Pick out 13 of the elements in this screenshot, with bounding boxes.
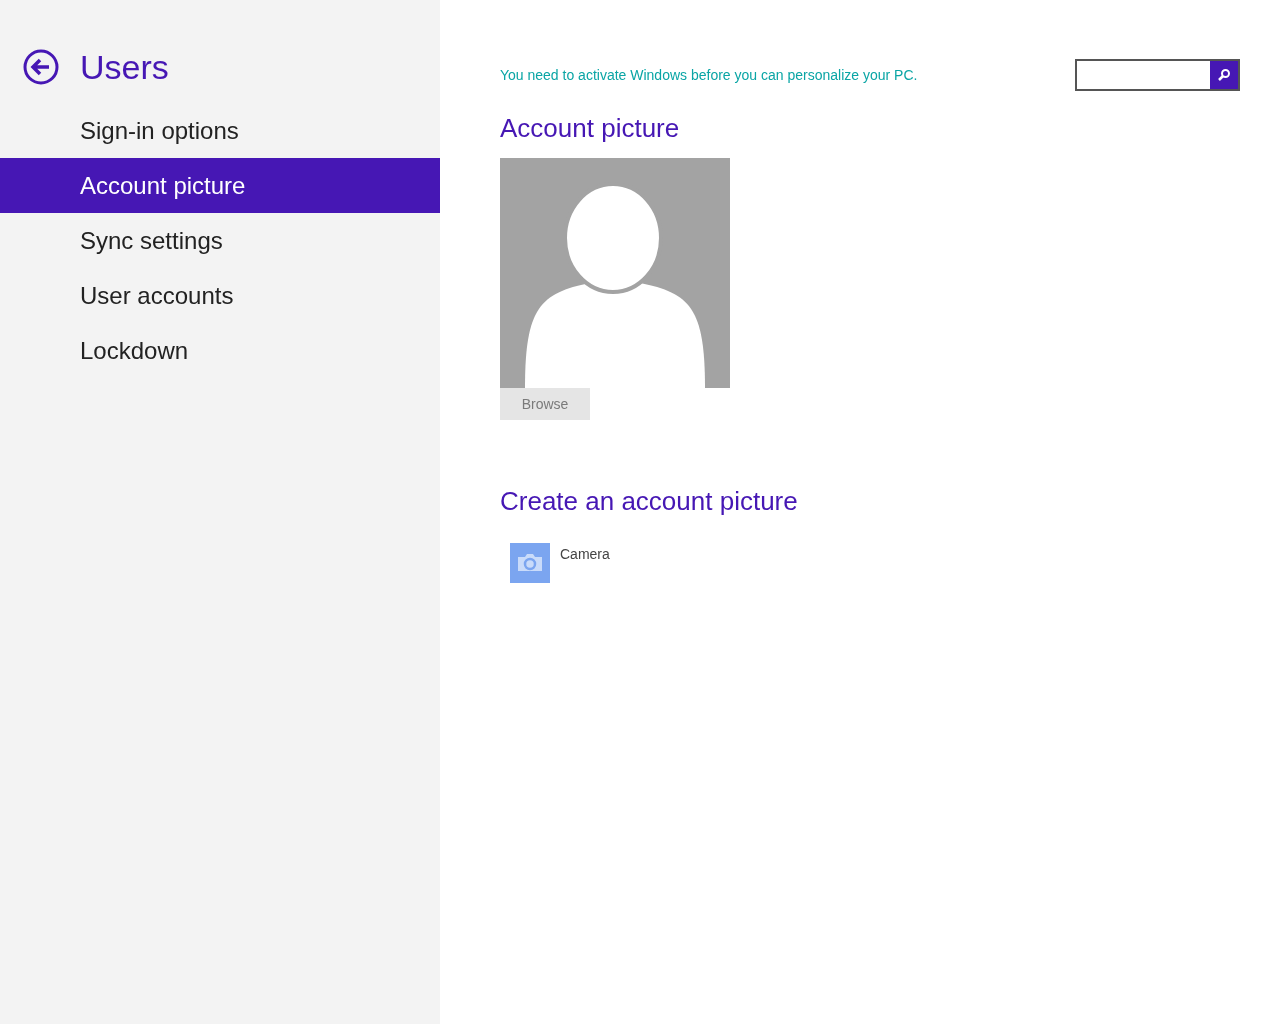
nav-item[interactable]: Lockdown: [0, 323, 440, 378]
search-icon[interactable]: [1210, 61, 1238, 89]
section-heading: Account picture: [500, 113, 681, 144]
activation-notice: You need to activate Windows before you can personalize your PC.: [500, 67, 918, 83]
search-field[interactable]: [1075, 59, 1240, 91]
section-heading: Create an account picture: [500, 486, 799, 517]
app-label[interactable]: Camera: [560, 546, 610, 562]
nav-item[interactable]: User accounts: [0, 268, 440, 323]
nav-item[interactable]: Account picture: [0, 158, 440, 213]
page-title: Users: [80, 47, 169, 87]
nav-item[interactable]: Sign-in options: [0, 103, 440, 158]
nav-item[interactable]: Sync settings: [0, 213, 440, 268]
back-button[interactable]: [23, 49, 59, 85]
